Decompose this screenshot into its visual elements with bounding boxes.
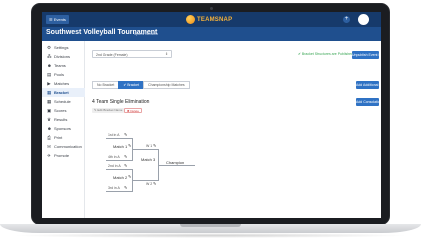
brand-logo: TEAMSNAP [186, 14, 232, 25]
sidebar-item-label: Communication [54, 144, 82, 149]
sidebar-item-divisions[interactable]: ⁂ Divisions [42, 52, 85, 61]
brand-name: TEAMSNAP [197, 16, 233, 23]
sidebar-item-print[interactable]: ⎙ Print [42, 133, 85, 142]
bracket-line [133, 149, 158, 150]
sponsor-icon: ☻ [47, 125, 52, 131]
camera-icon [210, 7, 213, 10]
sidebar-item-label: Divisions [54, 54, 71, 59]
edit-pencil-icon[interactable]: ✎ [124, 154, 127, 159]
sidebar-item-teams[interactable]: ☻ Teams [42, 61, 85, 70]
laptop-lid: ☰ Events TEAMSNAP + Southwest Volleyball… [31, 3, 390, 225]
sidebar-item-pools[interactable]: ▤ Pools [42, 70, 85, 79]
events-menu-button[interactable]: ☰ Events [46, 15, 69, 24]
match-label: Match 3 [141, 157, 156, 162]
sidebar-item-schedule[interactable]: ▦ Schedule [42, 97, 85, 106]
sidebar-item-label: Promote [54, 153, 70, 158]
sidebar-item-label: Results [54, 117, 68, 122]
sidebar-item-scores[interactable]: ▣ Scores [42, 106, 85, 115]
add-button[interactable]: + [343, 16, 350, 23]
bracket-line [159, 165, 195, 166]
print-icon: ⎙ [47, 134, 51, 140]
play-icon: ▶ [47, 80, 51, 86]
winner-label: W 2 [146, 182, 153, 186]
laptop-base-notch [180, 224, 241, 227]
page-subtitle: Sports Network [134, 32, 158, 36]
sidebar-item-results[interactable]: ♛ Results [42, 115, 85, 124]
seed-label: 4th in A [108, 155, 120, 159]
sidebar-item-label: Scores [54, 108, 67, 113]
laptop-shadow [12, 233, 409, 238]
edit-pencil-icon[interactable]: ✎ [124, 185, 127, 190]
sidebar-item-label: Sponsors [54, 126, 71, 131]
chat-icon: ✉ [47, 143, 51, 149]
sitemap-icon: ⁂ [47, 53, 52, 59]
bracket-icon: ▦ [47, 89, 52, 95]
edit-pencil-icon[interactable]: ✎ [128, 143, 131, 148]
brand-ball-icon [186, 15, 195, 24]
megaphone-icon: ✈ [47, 152, 51, 158]
main-content: 2nd Grade (Female) ⇕ ✔ Bracket Structure… [86, 41, 381, 218]
seed-label: 1st in A [108, 133, 120, 137]
match-label: Match 1 [113, 144, 128, 149]
sidebar-item-matches[interactable]: ▶ Matches [42, 79, 85, 88]
sidebar-item-bracket[interactable]: ▦ Bracket [42, 88, 85, 97]
edit-pencil-icon[interactable]: ✎ [153, 143, 156, 148]
tournament-header: Southwest Volleyball Tournament Sports N… [42, 27, 381, 41]
sidebar-item-promote[interactable]: ✈ Promote [42, 151, 85, 160]
calendar-icon: ▦ [47, 98, 52, 104]
sidebar-item-label: Schedule [54, 99, 71, 104]
sidebar-item-label: Pools [54, 72, 65, 77]
edit-pencil-icon[interactable]: ✎ [153, 181, 156, 186]
bracket-line [106, 160, 132, 161]
scoreboard-icon: ▣ [47, 107, 52, 113]
avatar[interactable] [358, 14, 369, 25]
top-navbar: ☰ Events TEAMSNAP + [42, 12, 381, 27]
trophy-icon: ♛ [47, 116, 52, 122]
edit-pencil-icon[interactable]: ✎ [124, 163, 127, 168]
document-icon: ▤ [47, 71, 52, 77]
match-label: Match 2 [113, 175, 128, 180]
sidebar-item-label: Teams [54, 63, 66, 68]
edit-pencil-icon[interactable]: ✎ [128, 174, 131, 179]
sidebar-item-settings[interactable]: ⚙ Settings [42, 43, 85, 52]
winner-label: W 1 [146, 144, 153, 148]
people-icon: ☻ [47, 62, 52, 68]
sidebar: ⚙ Settings ⁂ Divisions ☻ Teams ▤ Pools ▶… [42, 41, 85, 218]
sidebar-item-label: Settings [54, 45, 69, 50]
bracket-diagram: 1st in A ✎ 4th in A ✎ 2nd in A ✎ 3rd in … [86, 41, 381, 218]
bracket-line [106, 138, 132, 139]
sidebar-item-label: Print [54, 135, 63, 140]
sidebar-item-communication[interactable]: ✉ Communication [42, 142, 85, 151]
sidebar-item-sponsors[interactable]: ☻ Sponsors [42, 124, 85, 133]
seed-label: 3rd in A [108, 186, 120, 190]
gear-icon: ⚙ [47, 44, 52, 50]
sidebar-item-label: Matches [54, 81, 70, 86]
bracket-line [106, 191, 132, 192]
seed-label: 2nd in A [108, 164, 121, 168]
app-screen: ☰ Events TEAMSNAP + Southwest Volleyball… [42, 12, 381, 218]
champion-label: Champion [166, 160, 185, 165]
edit-pencil-icon[interactable]: ✎ [124, 132, 127, 137]
sidebar-item-label: Bracket [54, 90, 69, 95]
bracket-line [106, 169, 132, 170]
